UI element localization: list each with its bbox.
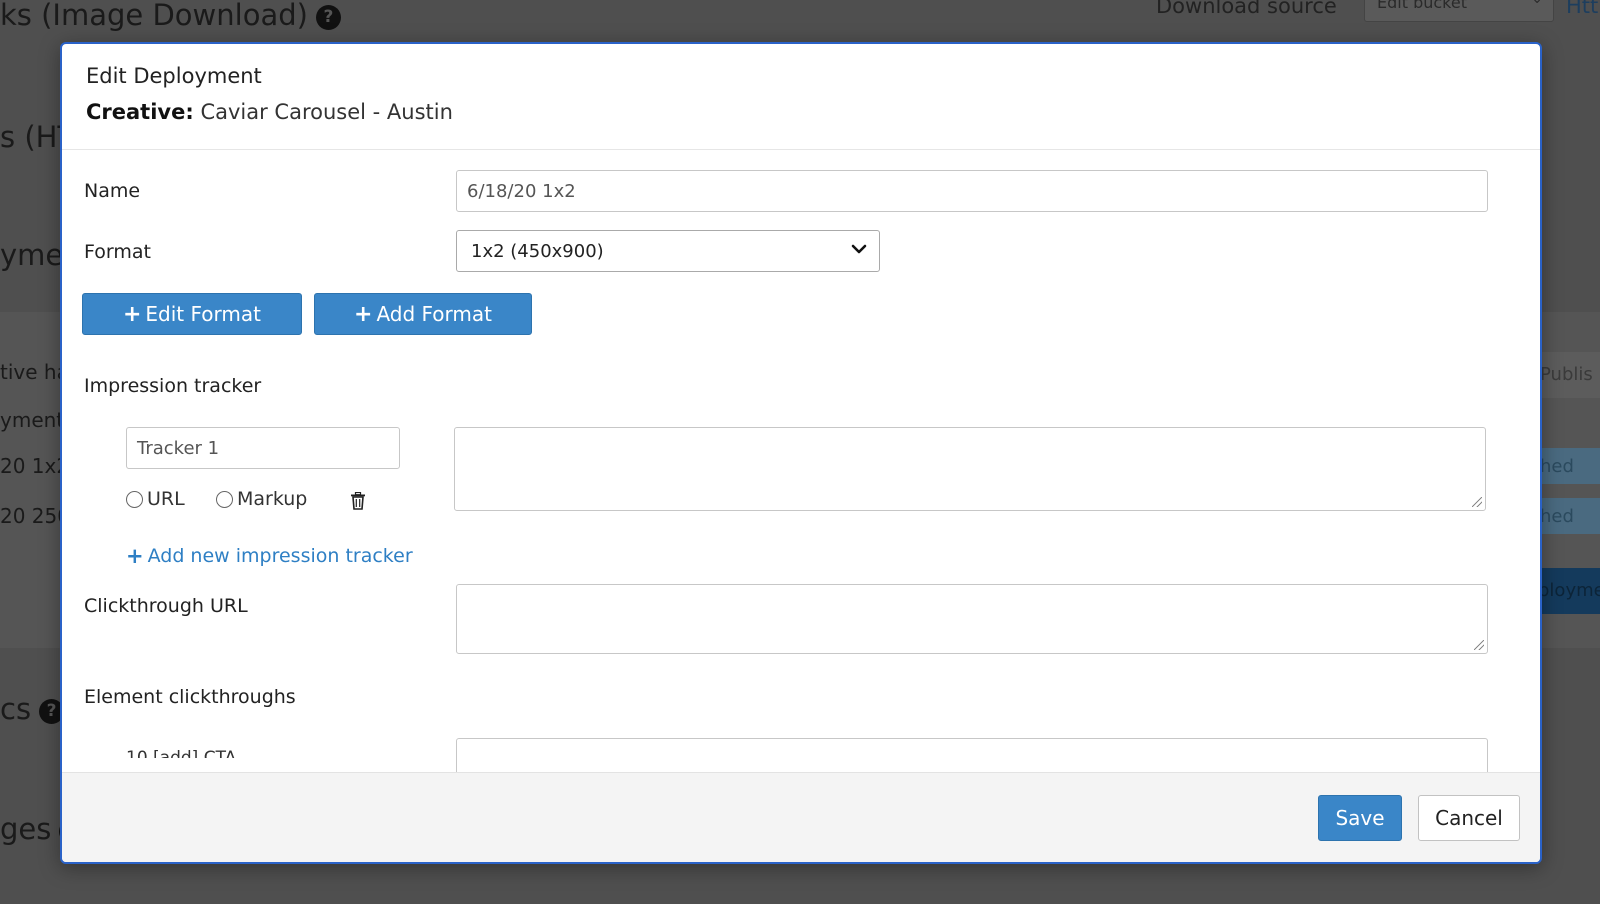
impression-tracker-textarea[interactable]	[454, 427, 1486, 511]
bg-heading-image-download: ks (Image Download)?	[0, 0, 341, 32]
name-input-value: 6/18/20 1x2	[467, 180, 576, 202]
bg-deployment-button: ployme	[1534, 568, 1600, 614]
creative-name: Caviar Carousel - Austin	[200, 100, 453, 124]
bg-heading-4: cs?	[0, 692, 65, 726]
format-select[interactable]: 1x2 (450x900)	[456, 230, 880, 272]
edit-format-button[interactable]: + Edit Format	[82, 293, 302, 335]
bg-row-1: tive ha	[0, 360, 69, 384]
modal-footer: Save Cancel	[62, 772, 1540, 862]
radio-markup[interactable]: Markup	[216, 488, 307, 510]
bg-row-2: yment	[0, 408, 65, 432]
plus-icon: +	[126, 544, 144, 568]
bg-select-value: Edit bucket	[1377, 0, 1467, 12]
bg-row-3: 20 1x2	[0, 454, 70, 478]
format-selected-value: 1x2 (450x900)	[471, 240, 604, 262]
element-clickthrough-item-label: 10 [add] CTA	[126, 748, 237, 758]
creative-label: Creative:	[86, 100, 194, 124]
modal-body: Name 6/18/20 1x2 Format 1x2 (450x900) + …	[62, 150, 1540, 814]
radio-markup-label: Markup	[237, 488, 308, 510]
add-impression-tracker-link[interactable]: + Add new impression tracker	[126, 544, 413, 568]
bg-download-source-label: Download source	[1156, 0, 1337, 18]
bg-publish-header: Publis	[1534, 352, 1600, 398]
bg-download-source-select: Edit bucket ⌄	[1364, 0, 1554, 22]
clickthrough-url-textarea[interactable]	[456, 584, 1488, 654]
modal-title: Edit Deployment	[86, 64, 262, 88]
plus-icon: +	[354, 301, 373, 327]
resize-handle-icon[interactable]	[1472, 497, 1482, 507]
plus-icon: +	[122, 301, 142, 327]
tracker-name-value: Tracker 1	[137, 437, 220, 459]
modal-header: Edit Deployment Creative: Caviar Carouse…	[62, 44, 1540, 150]
save-button[interactable]: Save	[1318, 795, 1402, 841]
radio-button[interactable]	[126, 490, 143, 508]
trash-icon[interactable]	[350, 492, 366, 510]
creative-subtitle: Creative: Caviar Carousel - Austin	[86, 100, 1516, 124]
bg-status-badge-1: hed	[1534, 448, 1600, 484]
bg-heading-text: ks (Image Download)	[0, 0, 308, 32]
radio-url-label: URL	[147, 488, 185, 510]
element-clickthroughs-label: Element clickthroughs	[84, 686, 296, 708]
name-input[interactable]: 6/18/20 1x2	[456, 170, 1488, 212]
radio-url[interactable]: URL	[126, 488, 185, 510]
resize-handle-icon[interactable]	[1474, 640, 1484, 650]
add-format-label: Add Format	[376, 302, 492, 326]
edit-deployment-modal: Edit Deployment Creative: Caviar Carouse…	[60, 42, 1542, 864]
add-impression-tracker-label: Add new impression tracker	[147, 545, 413, 567]
cancel-button[interactable]: Cancel	[1418, 795, 1520, 841]
chevron-down-icon: ⌄	[1531, 0, 1543, 7]
add-format-button[interactable]: + Add Format	[314, 293, 532, 335]
bg-status-badge-2: hed	[1534, 498, 1600, 534]
edit-format-label: Edit Format	[145, 302, 261, 326]
tracker-name-input[interactable]: Tracker 1	[126, 427, 400, 469]
clickthrough-url-label: Clickthrough URL	[84, 595, 248, 617]
help-icon: ?	[315, 4, 341, 30]
bg-heading-text: ges	[0, 812, 52, 846]
format-label: Format	[84, 241, 151, 263]
bg-top-right-link: Htt	[1566, 0, 1599, 18]
impression-tracker-label: Impression tracker	[84, 375, 262, 397]
bg-heading-text: cs	[0, 692, 32, 726]
radio-button[interactable]	[216, 490, 233, 508]
chevron-down-icon	[851, 244, 867, 254]
name-label: Name	[84, 180, 141, 202]
